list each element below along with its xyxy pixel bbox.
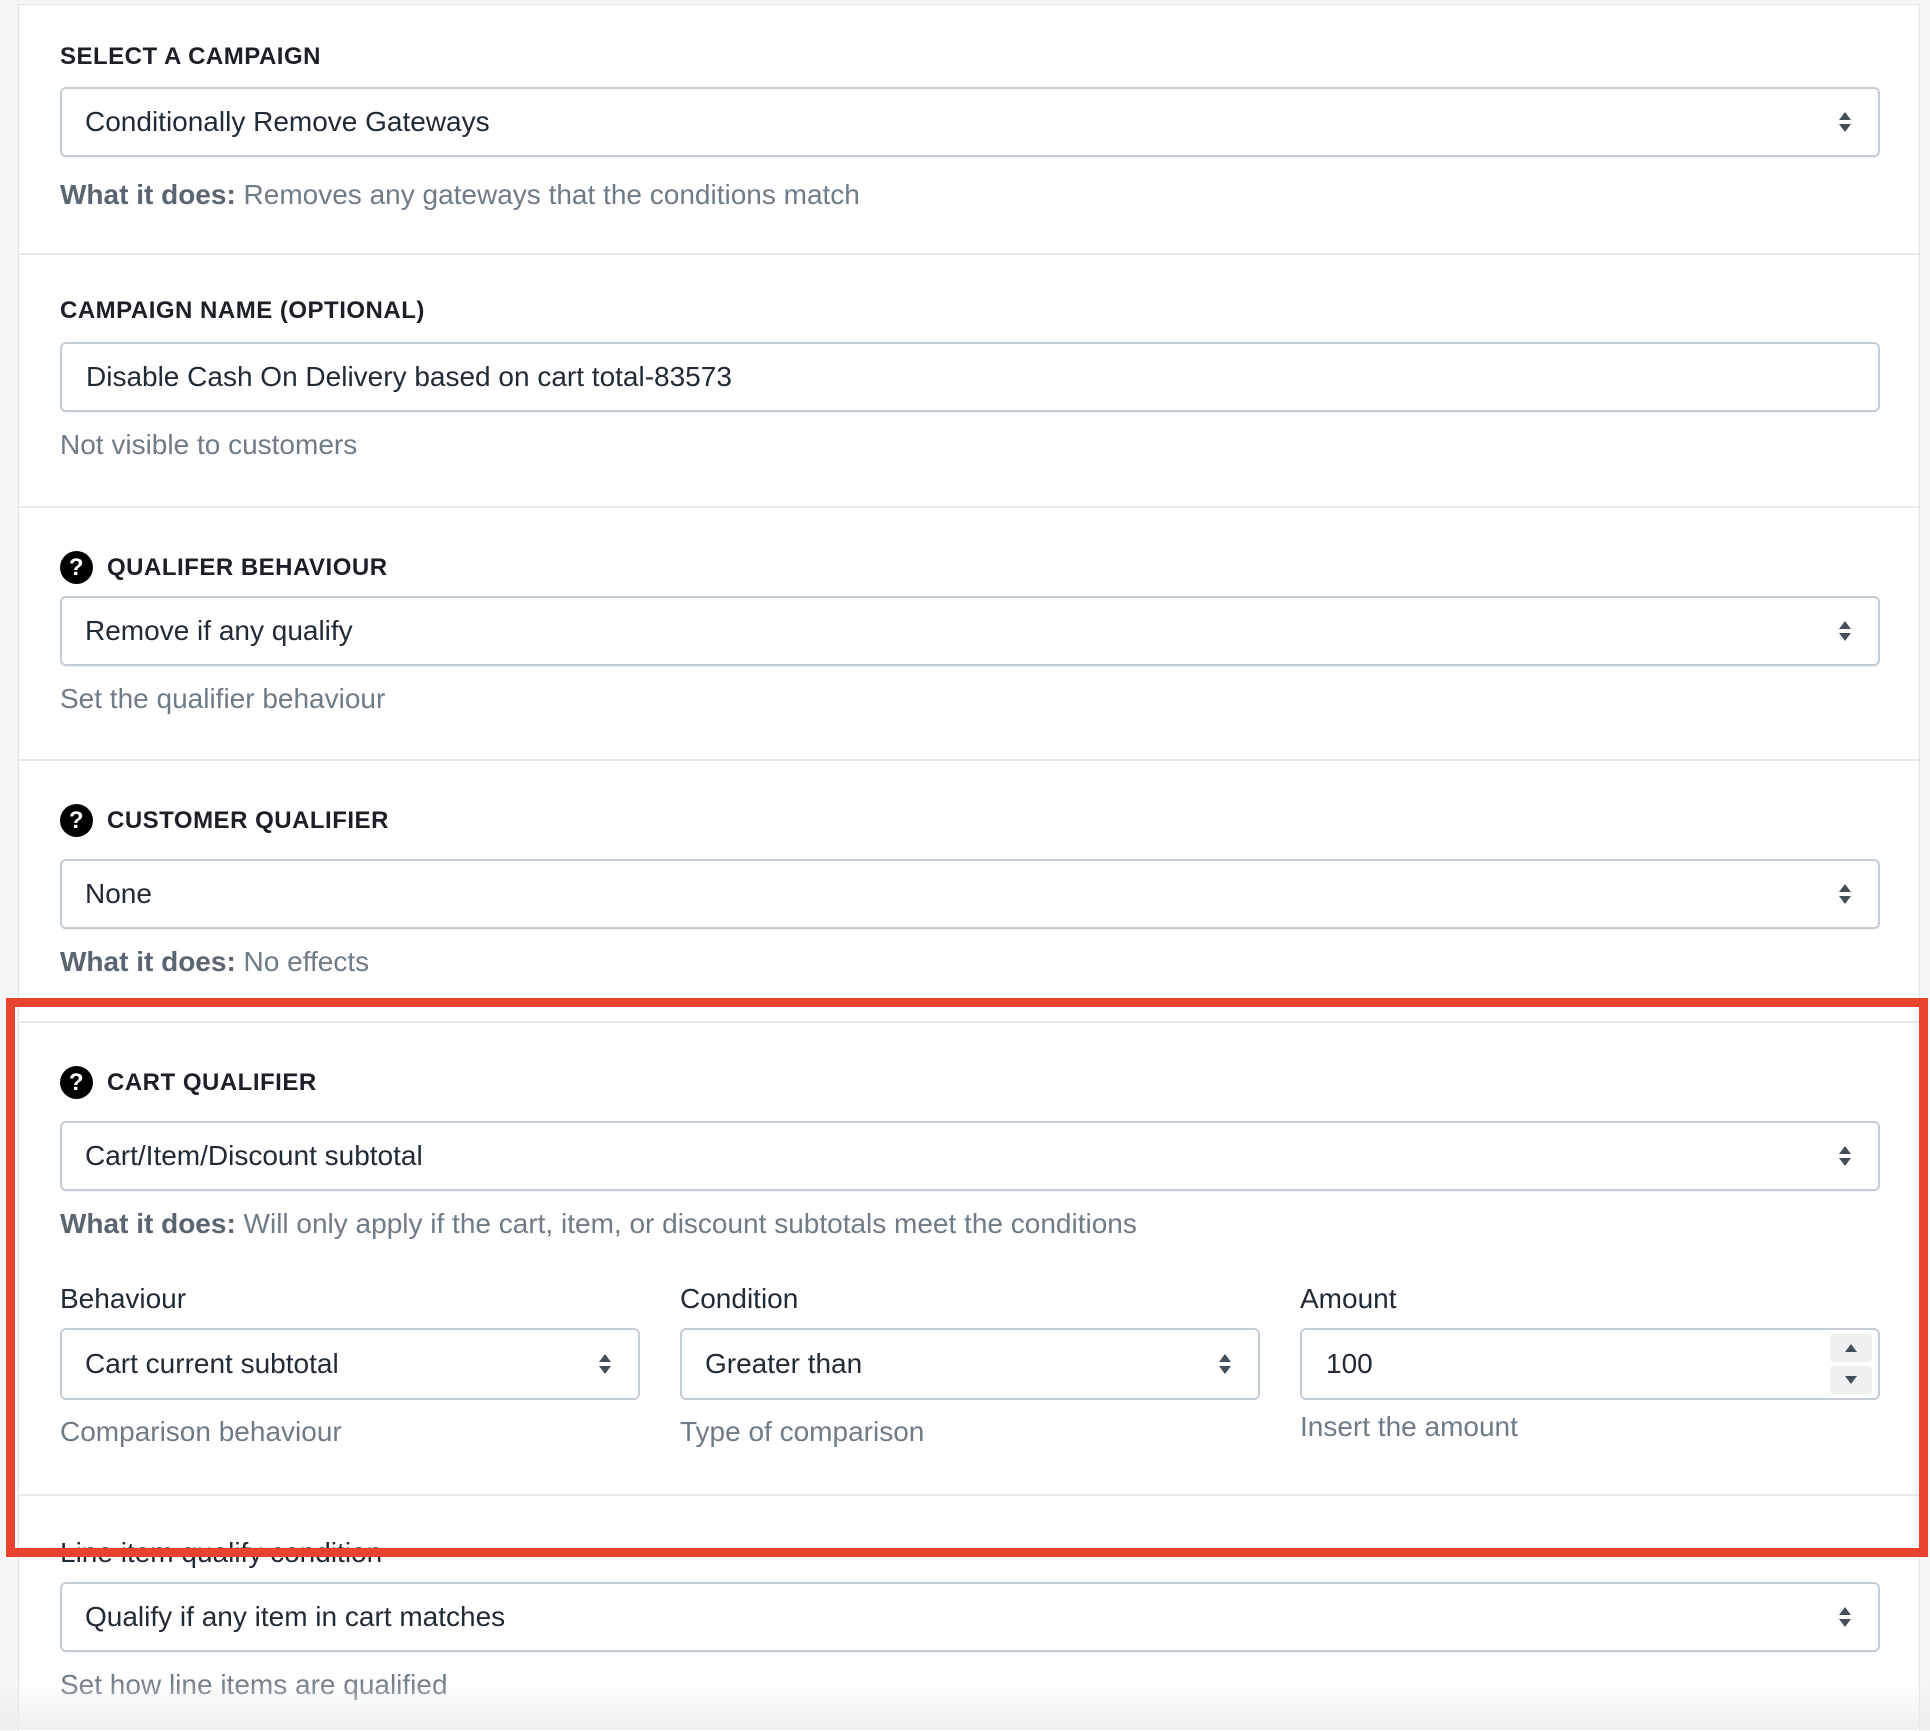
cart-qualifier-label: CART QUALIFIER — [107, 1068, 317, 1096]
campaign-select[interactable]: Conditionally Remove Gateways — [60, 87, 1880, 157]
customer-qualifier-value: None — [85, 878, 152, 909]
condition-value: Greater than — [705, 1348, 863, 1379]
what-it-does-text: Removes any gateways that the conditions… — [235, 179, 860, 210]
qualifier-behaviour-select[interactable]: Remove if any qualify — [60, 596, 1880, 666]
qualifier-behaviour-section: ? QUALIFER BEHAVIOUR Remove if any quali… — [19, 508, 1919, 761]
cart-qualifier-section: ? CART QUALIFIER Cart/Item/Discount subt… — [19, 1023, 1919, 1496]
question-circle-icon[interactable]: ? — [60, 551, 93, 584]
qualifier-behaviour-value: Remove if any qualify — [85, 615, 353, 646]
what-it-does-label: What it does: — [60, 1208, 236, 1239]
qualifier-behaviour-label: QUALIFER BEHAVIOUR — [107, 553, 388, 581]
behaviour-label: Behaviour — [60, 1283, 187, 1314]
line-item-label: Line item qualify condition — [60, 1537, 383, 1568]
campaign-select-value: Conditionally Remove Gateways — [85, 106, 490, 137]
amount-help: Insert the amount — [1300, 1411, 1518, 1442]
select-caret-icon — [599, 1354, 611, 1374]
cart-qualifier-select[interactable]: Cart/Item/Discount subtotal — [60, 1121, 1880, 1191]
what-it-does-text: Will only apply if the cart, item, or di… — [235, 1208, 1137, 1239]
decrement-button[interactable] — [1830, 1366, 1872, 1394]
behaviour-help: Comparison behaviour — [60, 1416, 342, 1447]
chevron-up-icon — [1845, 1344, 1857, 1352]
campaign-form: SELECT A CAMPAIGN Conditionally Remove G… — [18, 4, 1920, 1731]
campaign-name-value: Disable Cash On Delivery based on cart t… — [86, 361, 732, 392]
customer-qualifier-label: CUSTOMER QUALIFIER — [107, 806, 389, 834]
campaign-name-section: CAMPAIGN NAME (OPTIONAL) Disable Cash On… — [19, 255, 1919, 508]
what-it-does-label: What it does: — [60, 179, 236, 210]
qualifier-behaviour-help: Set the qualifier behaviour — [60, 683, 386, 714]
amount-input[interactable]: 100 — [1300, 1328, 1880, 1400]
customer-qualifier-heading: ? CUSTOMER QUALIFIER — [60, 804, 389, 837]
behaviour-select[interactable]: Cart current subtotal — [60, 1328, 640, 1400]
cart-qualifier-value: Cart/Item/Discount subtotal — [85, 1140, 423, 1171]
cart-qualifier-heading: ? CART QUALIFIER — [60, 1066, 317, 1099]
condition-label: Condition — [680, 1283, 799, 1314]
select-campaign-label: SELECT A CAMPAIGN — [60, 43, 321, 70]
line-item-help: Set how line items are qualified — [60, 1669, 448, 1700]
select-caret-icon — [1839, 1607, 1851, 1627]
select-caret-icon — [1839, 112, 1851, 132]
what-it-does-text: No effects — [235, 946, 370, 977]
amount-stepper[interactable] — [1830, 1334, 1872, 1394]
amount-label: Amount — [1300, 1283, 1397, 1314]
condition-help: Type of comparison — [680, 1416, 925, 1447]
select-caret-icon — [1839, 621, 1851, 641]
campaign-name-input[interactable]: Disable Cash On Delivery based on cart t… — [60, 342, 1880, 412]
select-caret-icon — [1219, 1354, 1231, 1374]
customer-qualifier-section: ? CUSTOMER QUALIFIER None What it does: … — [19, 761, 1919, 1023]
line-item-select[interactable]: Qualify if any item in cart matches — [60, 1582, 1880, 1652]
line-item-value: Qualify if any item in cart matches — [85, 1601, 506, 1632]
question-circle-icon[interactable]: ? — [60, 804, 93, 837]
amount-value: 100 — [1326, 1348, 1373, 1379]
select-caret-icon — [1839, 1146, 1851, 1166]
line-item-section: Line item qualify condition Qualify if a… — [19, 1496, 1919, 1731]
behaviour-value: Cart current subtotal — [85, 1348, 339, 1379]
customer-qualifier-description: What it does: No effects — [60, 946, 369, 978]
what-it-does-label: What it does: — [60, 946, 236, 977]
condition-select[interactable]: Greater than — [680, 1328, 1260, 1400]
customer-qualifier-select[interactable]: None — [60, 859, 1880, 929]
chevron-down-icon — [1845, 1376, 1857, 1384]
campaign-name-label: CAMPAIGN NAME (OPTIONAL) — [60, 297, 425, 324]
cart-qualifier-description: What it does: Will only apply if the car… — [60, 1208, 1137, 1240]
question-circle-icon[interactable]: ? — [60, 1066, 93, 1099]
select-campaign-section: SELECT A CAMPAIGN Conditionally Remove G… — [19, 5, 1919, 255]
increment-button[interactable] — [1830, 1334, 1872, 1362]
campaign-name-help: Not visible to customers — [60, 429, 358, 460]
select-caret-icon — [1839, 884, 1851, 904]
qualifier-behaviour-heading: ? QUALIFER BEHAVIOUR — [60, 551, 388, 584]
campaign-description: What it does: Removes any gateways that … — [60, 179, 860, 211]
